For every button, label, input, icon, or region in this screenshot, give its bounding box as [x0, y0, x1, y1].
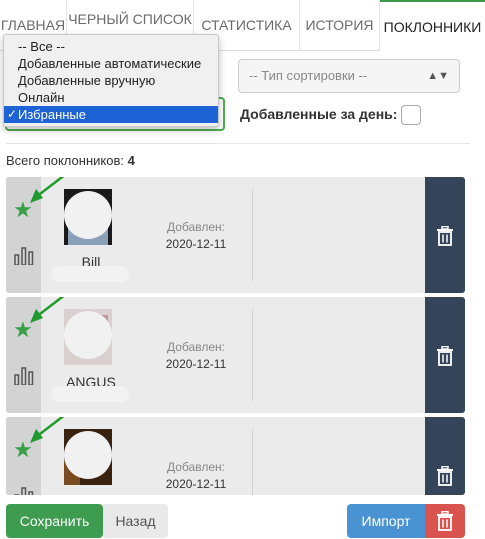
- delete-column: [425, 417, 465, 495]
- filter-option-favorites-label: Избранные: [18, 107, 86, 122]
- name-placeholder-pill: [51, 386, 129, 402]
- tab-history[interactable]: ИСТОРИЯ: [300, 0, 380, 51]
- card-divider: [252, 429, 253, 495]
- filter-option-favorites[interactable]: ✓ Избранные: [4, 106, 218, 123]
- filter-option-manual[interactable]: Добавленные вручную: [4, 72, 218, 89]
- avatar: [64, 189, 112, 245]
- total-fans-count: 4: [127, 153, 135, 168]
- added-date: 2020-12-11: [165, 237, 227, 251]
- bar-chart-icon[interactable]: [14, 247, 34, 265]
- card-divider: [252, 309, 253, 401]
- back-button[interactable]: Назад: [103, 504, 168, 538]
- save-button[interactable]: Сохранить: [6, 504, 103, 538]
- total-fans-label: Всего поклонников:: [6, 153, 124, 168]
- filter-option-auto[interactable]: Добавленные автоматические: [4, 55, 218, 72]
- added-label: Добавлен:: [167, 460, 225, 474]
- sort-type-placeholder: -- Тип сортировки --: [249, 68, 368, 83]
- added-date: 2020-12-11: [165, 477, 227, 491]
- bar-chart-icon[interactable]: [14, 487, 34, 495]
- added-per-day-label: Добавленные за день:: [240, 106, 398, 122]
- import-button[interactable]: Импорт: [347, 504, 425, 538]
- added-label: Добавлен:: [167, 220, 225, 234]
- card-divider: [252, 189, 253, 281]
- fan-card: ★ Добавлен: 2020-12-11: [6, 417, 465, 495]
- total-fans: Всего поклонников: 4: [6, 153, 135, 168]
- trash-icon[interactable]: [436, 346, 454, 366]
- added-label: Добавлен:: [167, 340, 225, 354]
- delete-all-button[interactable]: [425, 504, 465, 538]
- filter-option-all[interactable]: -- Все --: [4, 38, 218, 55]
- added-date: 2020-12-11: [165, 357, 227, 371]
- trash-icon[interactable]: [436, 466, 454, 486]
- tab-fans[interactable]: ПОКЛОННИКИ: [380, 0, 485, 51]
- divider: [6, 143, 470, 144]
- trash-icon[interactable]: [436, 226, 454, 246]
- sort-type-select[interactable]: -- Тип сортировки -- ▲▼: [238, 59, 460, 93]
- name-placeholder-pill: [51, 266, 129, 282]
- chevron-down-icon: ▲▼: [427, 70, 449, 82]
- trash-icon: [437, 511, 453, 531]
- bar-chart-icon[interactable]: [14, 367, 34, 385]
- delete-column: [425, 297, 465, 413]
- filter-dropdown: -- Все -- Добавленные автоматические Доб…: [3, 34, 219, 127]
- avatar: [64, 429, 112, 485]
- fan-card: ★ ANGUS Добавлен: 2020-12-11: [6, 297, 465, 413]
- added-per-day-checkbox[interactable]: [401, 105, 421, 125]
- delete-column: [425, 177, 465, 293]
- avatar: [64, 309, 112, 365]
- fan-card: ★ Bill Добавлен: 2020-12-11: [6, 177, 465, 293]
- checkmark-icon: ✓: [7, 107, 18, 121]
- filter-option-online[interactable]: Онлайн: [4, 89, 218, 106]
